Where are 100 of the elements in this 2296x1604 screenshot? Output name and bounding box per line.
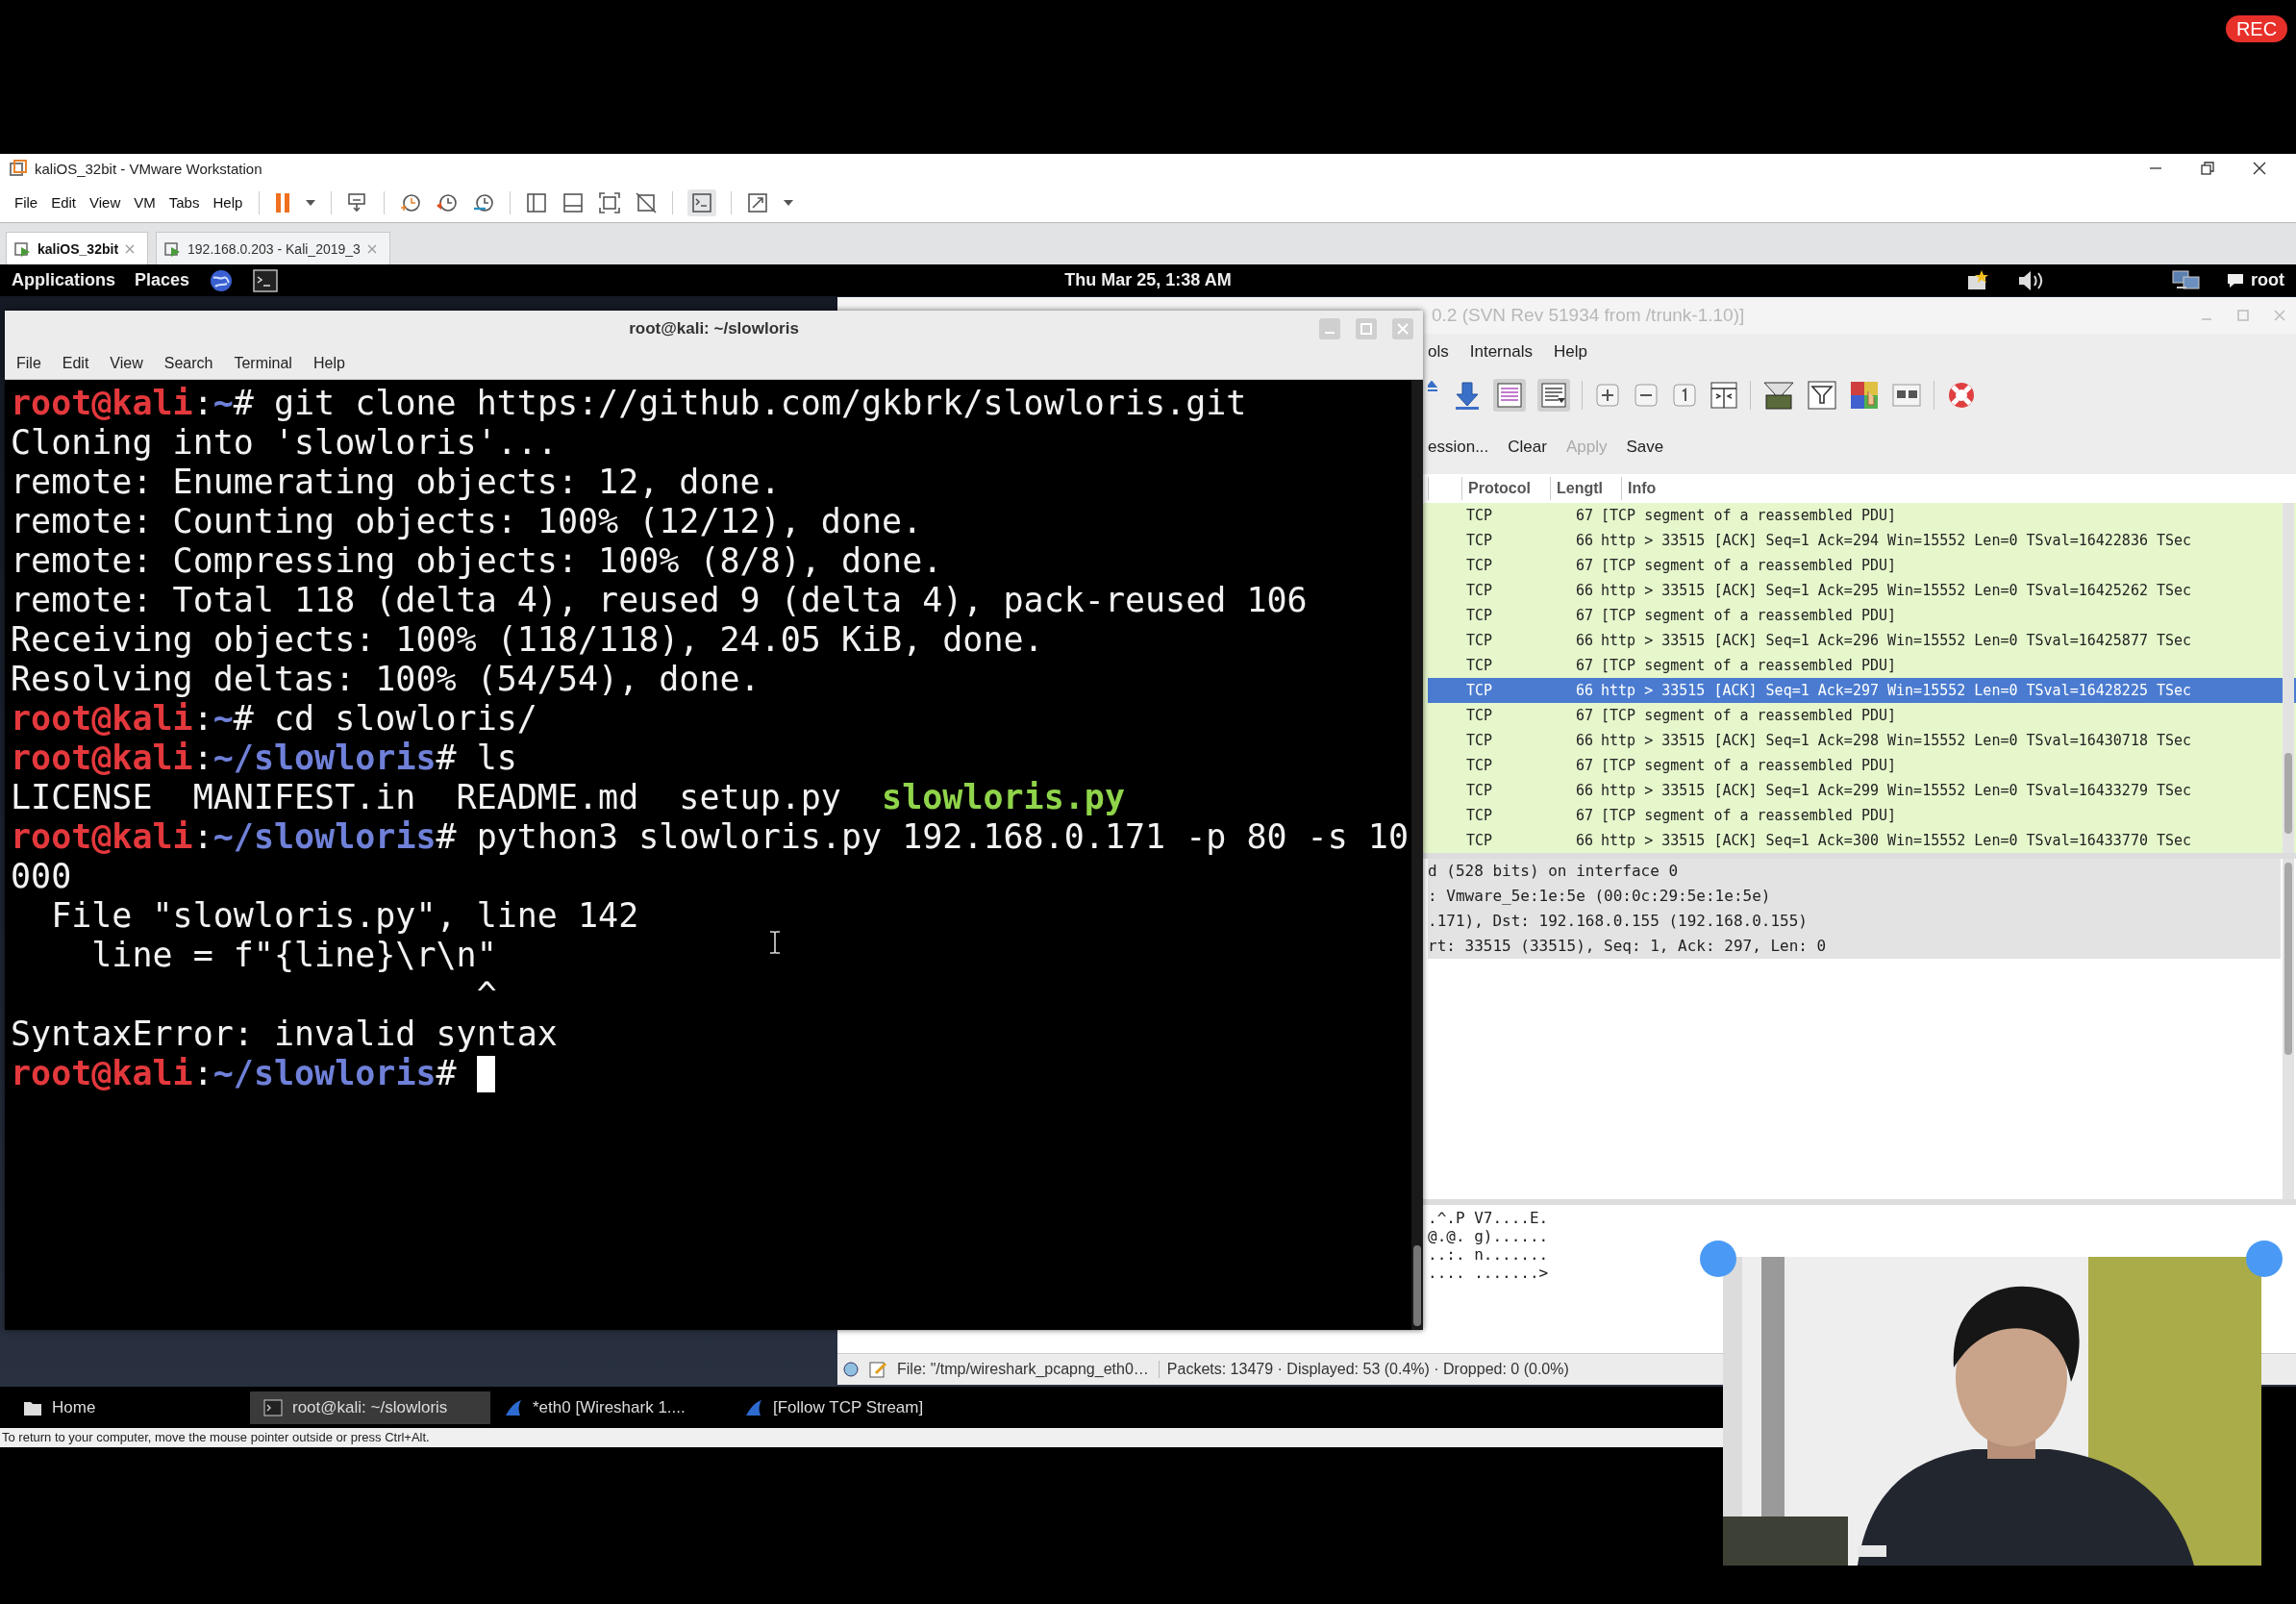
table-cell: [TCP segment of a reassembled PDU] [1601,807,1897,824]
close-icon[interactable] [2252,161,2267,176]
terminal-line: remote: Compressing objects: 100% (8/8), done. [11,541,943,581]
download-icon[interactable] [1453,381,1482,410]
text-cursor-icon [768,930,782,955]
list-icon[interactable] [1537,379,1570,412]
preferences-icon[interactable] [1891,381,1922,410]
taskbar-item[interactable]: *eth0 [Wireshark 1.... [490,1391,731,1424]
prompt-path: ~/slowloris [212,817,437,856]
resize-columns-icon[interactable] [1710,381,1738,410]
table-cell-text: 66 [1574,532,1594,549]
unity-icon[interactable] [635,190,659,214]
taskbar-item[interactable]: root@kali: ~/slowloris [250,1391,490,1424]
menu-item[interactable]: Places [135,270,190,290]
globe-icon[interactable] [209,267,235,293]
actual-size-icon[interactable] [1671,382,1698,409]
terminal-line: SyntaxError: invalid syntax [11,1015,558,1054]
sidebar-layout-icon[interactable] [525,190,549,214]
column-header[interactable]: Protocol [1461,477,1550,500]
packet-row[interactable]: TCP 66 http > 33515 [ACK] Seq=1 Ack=295 Win=15552 Len=0 TSval=16425262 TSec [1428,578,2296,603]
table-cell-text: TCP [1466,557,1494,574]
clock[interactable]: Thu Mar 25, 1:38 AM [1064,270,1232,290]
menu-item[interactable]: ols [1428,342,1449,362]
menu-item[interactable]: VM [129,194,164,211]
menu-item[interactable]: File [10,194,47,211]
taskbar-item[interactable]: Home [10,1391,250,1424]
menu-item[interactable]: Help [208,194,252,211]
packet-row[interactable]: TCP 67 [TCP segment of a reassembled PDU] [1428,803,2296,828]
terminal-line: 000 [11,857,72,896]
menu-item[interactable]: Internals [1469,342,1533,362]
byte-text: @.@. g)...... [1428,1227,1550,1245]
console-icon[interactable] [687,188,717,216]
restore-icon[interactable] [2200,161,2215,176]
packet-row[interactable]: TCP 67 [TCP segment of a reassembled PDU] [1428,603,2296,628]
table-cell-text: TCP [1466,607,1494,624]
color-palette-icon[interactable] [1849,380,1880,411]
table-cell-text: 67 [1574,607,1594,624]
table-cell: [TCP segment of a reassembled PDU] [1601,557,1897,574]
scrollbar[interactable] [2283,859,2294,1199]
terminal-text: : [192,817,213,856]
packet-row[interactable]: TCP 67 [TCP segment of a reassembled PDU] [1428,753,2296,778]
table-cell-text: TCP [1466,582,1494,599]
zoom-out-icon[interactable] [1633,382,1660,409]
menu-item[interactable]: Edit [62,354,89,372]
column-header[interactable]: Info [1621,477,1657,500]
menu-item[interactable]: File [16,354,41,372]
fullscreen-icon[interactable] [598,190,622,214]
packet-row[interactable]: TCP 66 http > 33515 [ACK] Seq=1 Ack=297 Win=15552 Len=0 TSval=16428225 TSec [1428,678,2296,703]
taskbar-item[interactable]: [Follow TCP Stream] [731,1391,971,1424]
pause-icon[interactable] [274,190,292,214]
packet-row[interactable]: TCP 66 http > 33515 [ACK] Seq=1 Ack=294 Win=15552 Len=0 TSval=16422836 TSec [1428,528,2296,553]
detail-row[interactable]: rt: 33515 (33515), Seq: 1, Ack: 297, Len: 0 [1428,934,2281,959]
detail-row[interactable]: : Vmware_5e:1e:5e (00:0c:29:5e:1e:5e) [1428,884,2281,909]
detail-row[interactable]: .171), Dst: 192.168.0.155 (192.168.0.155) [1428,909,2281,934]
packet-row[interactable]: TCP 67 [TCP segment of a reassembled PDU] [1428,553,2296,578]
filter-button[interactable]: Clear [1508,438,1547,457]
byte-text: .^.P V7....E. [1428,1209,1550,1227]
menu-item[interactable]: Terminal [234,354,292,372]
menu-item[interactable]: Tabs [163,194,209,211]
menu-item[interactable]: Edit [46,194,86,211]
packet-row[interactable]: TCP 67 [TCP segment of a reassembled PDU] [1428,653,2296,678]
packet-row[interactable]: TCP 66 http > 33515 [ACK] Seq=1 Ack=299 Win=15552 Len=0 TSval=16433279 TSec [1428,778,2296,803]
packet-row[interactable]: TCP 66 http > 33515 [ACK] Seq=1 Ack=300 Win=15552 Len=0 TSval=16433770 TSec [1428,828,2296,853]
packet-row[interactable]: TCP 67 [TCP segment of a reassembled PDU] [1428,703,2296,728]
menu-item[interactable]: Help [1553,342,1587,362]
list-icon[interactable] [1493,379,1526,412]
zoom-in-icon[interactable] [1594,382,1621,409]
filter-button[interactable]: Save [1626,438,1664,457]
table-cell-text: TCP [1466,507,1494,524]
table-cell-text: TCP [1466,832,1494,849]
detail-row[interactable]: d (528 bits) on interface 0 [1428,859,2281,884]
scrollbar[interactable] [2283,503,2294,853]
scrollbar[interactable] [1411,380,1423,1330]
recording-badge: REC [2226,15,2287,42]
terminal-icon[interactable] [253,268,279,292]
column-header[interactable]: Lengtl [1550,477,1621,500]
packet-row[interactable]: TCP 66 http > 33515 [ACK] Seq=1 Ack=298 Win=15552 Len=0 TSval=16430718 TSec [1428,728,2296,753]
file-name: slowloris.py [882,778,1125,816]
lifebuoy-icon[interactable] [1946,380,1977,411]
prompt-path: ~ [212,699,234,738]
edit-icon[interactable] [868,1360,889,1379]
terminal-text: # cd slowloris/ [233,699,537,738]
menu-item[interactable]: View [110,354,143,372]
filter-button[interactable]: ession... [1428,438,1489,457]
menu-item[interactable]: View [85,194,130,211]
menu-item[interactable]: Applications [12,270,115,290]
terminal-text: # git clone https://github.com/gkbrk/slowloris.git [233,384,1247,422]
tab[interactable]: kaliOS_32bit [6,232,149,264]
user-name[interactable]: root [2251,270,2284,290]
filter-icon[interactable] [1807,380,1837,411]
panel-layout-icon[interactable] [562,190,586,214]
capture-filter-icon[interactable] [1762,380,1795,411]
tab[interactable]: 192.168.0.203 - Kali_2019_3 [156,232,390,264]
table-cell-text: 67 [1574,707,1594,724]
table-cell: [TCP segment of a reassembled PDU] [1601,757,1897,774]
packet-row[interactable]: TCP 67 [TCP segment of a reassembled PDU] [1428,503,2296,528]
stretch-icon[interactable] [746,190,770,214]
packet-row[interactable]: TCP 66 http > 33515 [ACK] Seq=1 Ack=296 Win=15552 Len=0 TSval=16425877 TSec [1428,628,2296,653]
menu-item[interactable]: Help [312,354,345,372]
menu-item[interactable]: Search [163,354,213,372]
